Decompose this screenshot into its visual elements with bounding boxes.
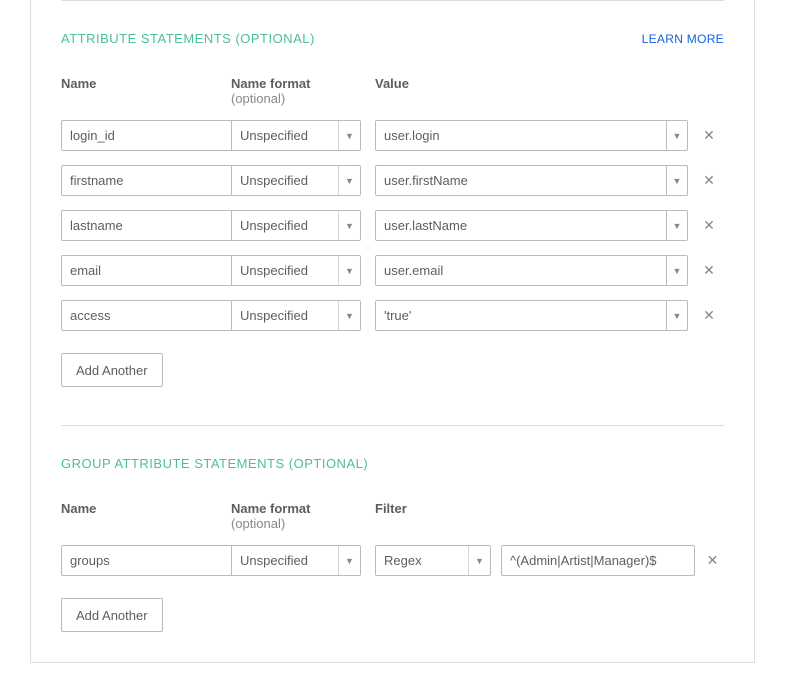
- column-header-format: Name format (optional): [231, 501, 361, 531]
- column-header-name: Name: [61, 501, 231, 531]
- attribute-format-select[interactable]: Unspecified▼: [231, 255, 361, 286]
- attribute-value-input[interactable]: [375, 210, 666, 241]
- chevron-down-icon[interactable]: ▼: [666, 210, 688, 241]
- chevron-down-icon[interactable]: ▼: [666, 255, 688, 286]
- attribute-value-input[interactable]: [375, 300, 666, 331]
- attribute-format-select[interactable]: Unspecified▼: [231, 300, 361, 331]
- close-icon: ✕: [703, 262, 715, 279]
- attribute-section-title: ATTRIBUTE STATEMENTS (OPTIONAL): [61, 31, 315, 46]
- chevron-down-icon[interactable]: ▼: [666, 300, 688, 331]
- remove-row-button[interactable]: ✕: [694, 165, 724, 196]
- chevron-down-icon: ▼: [338, 166, 360, 195]
- close-icon: ✕: [707, 552, 719, 569]
- divider: [61, 425, 724, 426]
- attribute-row: Unspecified▼▼✕: [61, 165, 724, 196]
- group-section-title: GROUP ATTRIBUTE STATEMENTS (OPTIONAL): [61, 456, 368, 471]
- attribute-name-input[interactable]: [61, 120, 231, 151]
- group-row: Unspecified▼ Regex▼ ✕: [61, 545, 724, 576]
- remove-row-button[interactable]: ✕: [694, 300, 724, 331]
- group-name-input[interactable]: [61, 545, 231, 576]
- remove-row-button[interactable]: ✕: [701, 545, 724, 576]
- filter-type-select[interactable]: Regex▼: [375, 545, 491, 576]
- add-group-button[interactable]: Add Another: [61, 598, 163, 632]
- attribute-column-headers: Name Name format (optional) Value: [61, 76, 724, 106]
- saml-config-panel: ATTRIBUTE STATEMENTS (OPTIONAL) LEARN MO…: [30, 0, 755, 663]
- chevron-down-icon: ▼: [338, 546, 360, 575]
- group-format-select[interactable]: Unspecified▼: [231, 545, 361, 576]
- attribute-value-input[interactable]: [375, 165, 666, 196]
- attribute-name-input[interactable]: [61, 300, 231, 331]
- close-icon: ✕: [703, 172, 715, 189]
- close-icon: ✕: [703, 127, 715, 144]
- attribute-name-input[interactable]: [61, 255, 231, 286]
- column-header-value: Value: [375, 76, 724, 106]
- attribute-section-header: ATTRIBUTE STATEMENTS (OPTIONAL) LEARN MO…: [61, 31, 724, 46]
- group-column-headers: Name Name format (optional) Filter: [61, 501, 724, 531]
- attribute-row: Unspecified▼▼✕: [61, 300, 724, 331]
- chevron-down-icon[interactable]: ▼: [666, 165, 688, 196]
- remove-row-button[interactable]: ✕: [694, 255, 724, 286]
- attribute-value-input[interactable]: [375, 120, 666, 151]
- format-optional: (optional): [231, 91, 285, 106]
- close-icon: ✕: [703, 307, 715, 324]
- attribute-name-input[interactable]: [61, 210, 231, 241]
- divider: [61, 0, 724, 1]
- chevron-down-icon: ▼: [468, 546, 490, 575]
- attribute-row: Unspecified▼▼✕: [61, 210, 724, 241]
- remove-row-button[interactable]: ✕: [694, 210, 724, 241]
- filter-value-input[interactable]: [501, 545, 695, 576]
- column-header-format: Name format (optional): [231, 76, 361, 106]
- chevron-down-icon: ▼: [338, 211, 360, 240]
- attribute-format-select[interactable]: Unspecified▼: [231, 120, 361, 151]
- group-section-header: GROUP ATTRIBUTE STATEMENTS (OPTIONAL): [61, 456, 724, 471]
- learn-more-link[interactable]: LEARN MORE: [642, 32, 724, 46]
- chevron-down-icon: ▼: [338, 121, 360, 150]
- add-attribute-button[interactable]: Add Another: [61, 353, 163, 387]
- format-label: Name format: [231, 501, 310, 516]
- attribute-name-input[interactable]: [61, 165, 231, 196]
- remove-row-button[interactable]: ✕: [694, 120, 724, 151]
- chevron-down-icon: ▼: [338, 256, 360, 285]
- column-header-name: Name: [61, 76, 231, 106]
- attribute-format-select[interactable]: Unspecified▼: [231, 210, 361, 241]
- attribute-row: Unspecified▼▼✕: [61, 120, 724, 151]
- close-icon: ✕: [703, 217, 715, 234]
- column-header-filter: Filter: [375, 501, 724, 531]
- chevron-down-icon: ▼: [338, 301, 360, 330]
- attribute-row: Unspecified▼▼✕: [61, 255, 724, 286]
- format-optional: (optional): [231, 516, 285, 531]
- chevron-down-icon[interactable]: ▼: [666, 120, 688, 151]
- attribute-format-select[interactable]: Unspecified▼: [231, 165, 361, 196]
- format-label: Name format: [231, 76, 310, 91]
- attribute-value-input[interactable]: [375, 255, 666, 286]
